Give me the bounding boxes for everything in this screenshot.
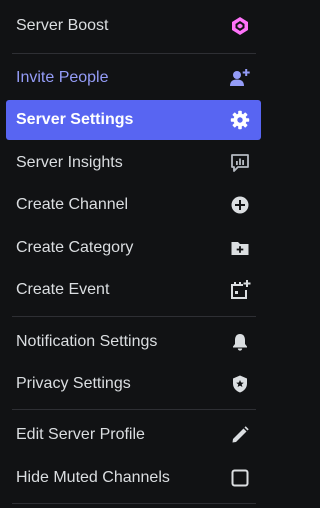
menu-item-label: Server Insights bbox=[16, 154, 123, 171]
menu-item-label: Hide Muted Channels bbox=[16, 469, 170, 486]
menu-item-create-category[interactable]: Create Category bbox=[6, 228, 261, 268]
menu-item-notification-settings[interactable]: Notification Settings bbox=[6, 322, 261, 362]
menu-item-create-channel[interactable]: Create Channel bbox=[6, 185, 261, 225]
checkbox-icon[interactable] bbox=[229, 467, 251, 489]
menu-item-label: Invite People bbox=[16, 69, 109, 86]
menu-item-label: Create Event bbox=[16, 281, 110, 298]
menu-item-server-boost[interactable]: Server Boost bbox=[6, 6, 261, 46]
menu-item-label: Edit Server Profile bbox=[16, 426, 145, 443]
pencil-icon bbox=[229, 424, 251, 446]
menu-divider bbox=[12, 53, 256, 54]
menu-divider bbox=[12, 503, 256, 504]
menu-item-privacy-settings[interactable]: Privacy Settings bbox=[6, 364, 261, 404]
menu-item-label: Privacy Settings bbox=[16, 375, 131, 392]
shield-icon bbox=[229, 373, 251, 395]
calendar-plus-icon bbox=[229, 279, 251, 301]
menu-item-edit-server-profile[interactable]: Edit Server Profile bbox=[6, 415, 261, 455]
menu-item-label: Server Settings bbox=[16, 111, 134, 128]
menu-item-hide-muted-channels[interactable]: Hide Muted Channels bbox=[6, 458, 261, 498]
gear-icon bbox=[229, 109, 251, 131]
menu-item-label: Notification Settings bbox=[16, 333, 158, 350]
menu-item-create-event[interactable]: Create Event bbox=[6, 270, 261, 310]
insights-chart-icon bbox=[229, 152, 251, 174]
bell-icon bbox=[229, 331, 251, 353]
menu-item-server-insights[interactable]: Server Insights bbox=[6, 143, 261, 183]
boost-gem-icon bbox=[229, 15, 251, 37]
menu-item-server-settings[interactable]: Server Settings bbox=[6, 100, 261, 140]
menu-item-label: Create Category bbox=[16, 239, 134, 256]
menu-item-invite-people[interactable]: Invite People bbox=[6, 58, 261, 98]
menu-item-label: Create Channel bbox=[16, 196, 129, 213]
folder-plus-icon bbox=[229, 237, 251, 259]
server-context-menu: Server Boost Invite People Server Settin… bbox=[0, 0, 268, 508]
menu-divider bbox=[12, 409, 256, 410]
add-person-icon bbox=[229, 67, 251, 89]
menu-item-label: Server Boost bbox=[16, 17, 109, 34]
menu-divider bbox=[12, 316, 256, 317]
plus-circle-icon bbox=[229, 194, 251, 216]
